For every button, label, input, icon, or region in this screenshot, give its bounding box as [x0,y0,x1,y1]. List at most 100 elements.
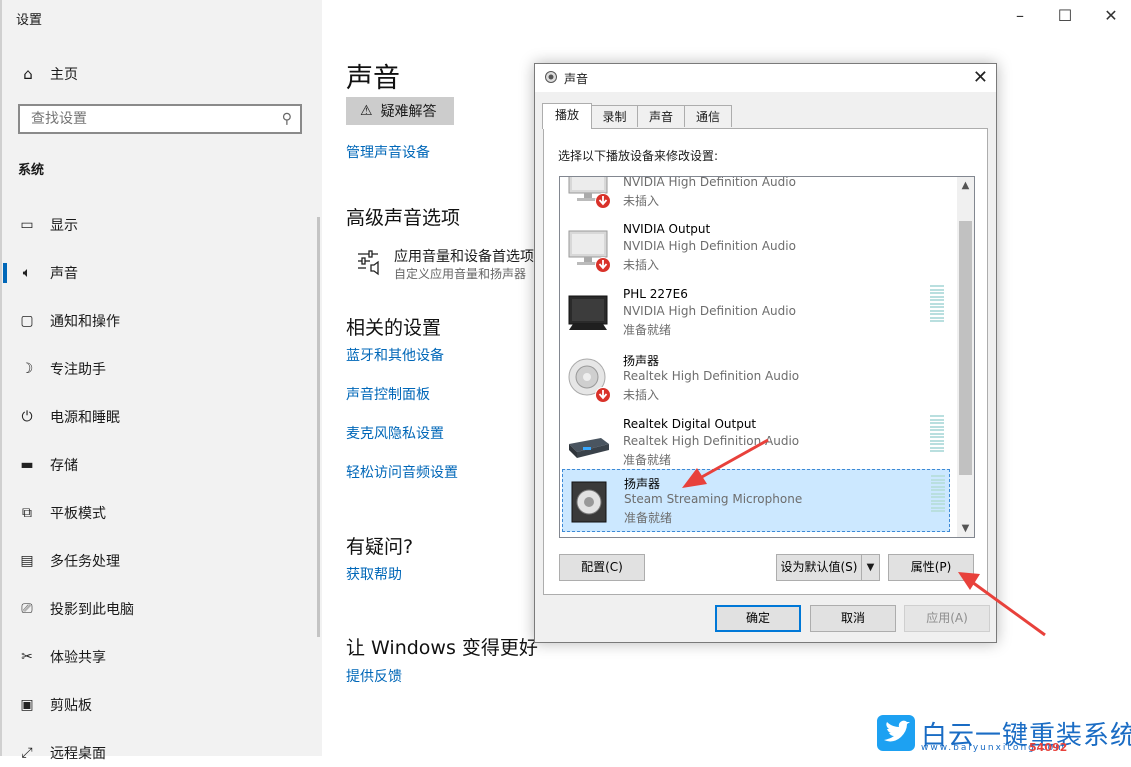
share-icon: ✂ [21,649,33,665]
device-list-scrollbar[interactable]: ▲ ▼ [957,177,974,537]
set-default-button[interactable]: 设为默认值(S) [776,554,862,581]
app-volume-title: 应用音量和设备首选项 [394,249,534,265]
section-title: 系统 [18,163,45,178]
sidebar-item-label: 显示 [50,218,78,234]
tab-playback[interactable]: 播放 [542,103,592,129]
sound-control-panel-link[interactable]: 声音控制面板 [346,384,430,404]
mic-privacy-link[interactable]: 麦克风隐私设置 [346,423,444,443]
device-name: Realtek Digital Output [623,417,757,431]
scroll-up-icon[interactable]: ▲ [957,177,974,194]
bluetooth-link[interactable]: 蓝牙和其他设备 [346,345,444,365]
volume-meter [930,285,944,323]
device-driver: Realtek High Definition Audio [623,369,800,383]
device-driver: NVIDIA High Definition Audio [623,304,796,318]
tablet-icon: ⧉ [22,505,32,521]
ok-button[interactable]: 确定 [715,605,801,632]
device-row[interactable]: Realtek Digital Output Realtek High Defin… [562,412,950,475]
manage-devices-link[interactable]: 管理声音设备 [346,142,430,162]
question-heading: 有疑问? [346,536,414,558]
volume-meter [931,475,945,513]
maximize-icon[interactable]: ☐ [1042,6,1088,25]
sidebar-item[interactable]: ▭ 显示 [0,211,322,239]
monitor-icon: ▭ [20,217,34,233]
search-input[interactable] [29,110,273,128]
monitor-gray-icon [568,177,611,209]
device-row[interactable]: 扬声器 Realtek High Definition Audio 未插入 [562,347,950,410]
sidebar-item[interactable]: ✂ 体验共享 [0,643,322,671]
clipboard-icon: ▣ [20,697,34,713]
device-driver: Steam Streaming Microphone [624,492,803,506]
scroll-down-icon[interactable]: ▼ [957,520,974,537]
tab-sounds[interactable]: 声音 [637,105,685,127]
minimize-icon[interactable]: – [997,6,1043,25]
page-title: 声音 [346,63,400,94]
sidebar-item[interactable]: 🔈︎ 声音 [0,259,322,287]
storage-icon: ▬ [20,457,34,473]
sidebar-item-label: 投影到此电脑 [50,602,134,618]
monitor-gray-icon [568,230,611,273]
device-row[interactable]: 扬声器 Steam Streaming Microphone 准备就绪 [562,469,950,532]
home-nav-item[interactable]: ⌂ 主页 [18,63,78,85]
search-icon[interactable]: ⚲ [282,111,292,127]
active-indicator [3,263,7,283]
get-help-link[interactable]: 获取帮助 [346,564,402,584]
properties-button[interactable]: 属性(P) [888,554,974,581]
set-default-dropdown-icon[interactable]: ▼ [861,554,880,581]
better-heading: 让 Windows 变得更好 [346,637,538,659]
dialog-close-icon[interactable]: ✕ [973,67,988,88]
device-driver: NVIDIA High Definition Audio [623,176,796,189]
digital-icon [569,438,609,458]
device-row[interactable]: PHL 227E6 NVIDIA High Definition Audio 准备就… [562,282,950,345]
related-heading: 相关的设置 [346,317,442,339]
sidebar-item[interactable]: ▣ 剪贴板 [0,691,322,719]
scroll-thumb[interactable] [959,221,972,475]
sidebar-item-label: 体验共享 [50,650,106,666]
device-list[interactable]: NVIDIA High Definition Audio 未插入 NVIDIA Ou… [559,176,975,538]
ease-of-access-audio-link[interactable]: 轻松访问音频设置 [346,462,458,482]
device-row[interactable]: NVIDIA Output NVIDIA High Definition Audi… [562,217,950,280]
sidebar-item-label: 声音 [50,266,78,282]
instruction-text: 选择以下播放设备来修改设置: [558,149,719,163]
tab-communications[interactable]: 通信 [684,105,732,127]
device-name: PHL 227E6 [623,287,688,301]
sidebar-item[interactable]: ⎚ 投影到此电脑 [0,595,322,623]
configure-button[interactable]: 配置(C) [559,554,645,581]
app-title: 设置 [16,13,43,28]
apply-button[interactable]: 应用(A) [904,605,990,632]
device-status: 准备就绪 [624,511,673,525]
feedback-link[interactable]: 提供反馈 [346,666,402,686]
sidebar-item[interactable]: ⤢ 远程桌面 [0,739,322,767]
equalizer-icon [358,250,379,276]
sidebar-item[interactable]: ▬ 存储 [0,451,322,479]
sidebar-item-label: 电源和睡眠 [50,410,120,426]
sidebar-item-label: 存储 [50,458,78,474]
dialog-titlebar[interactable]: 声音 ✕ [535,64,996,92]
advanced-heading: 高级声音选项 [346,207,461,229]
sidebar-item[interactable]: ▤ 多任务处理 [0,547,322,575]
sidebar-item-label: 多任务处理 [50,554,120,570]
device-row[interactable]: NVIDIA High Definition Audio 未插入 [562,176,950,216]
device-driver: NVIDIA High Definition Audio [623,239,796,253]
troubleshoot-label: 疑难解答 [380,104,437,120]
speaker-icon: 🔈︎ [22,265,32,281]
sidebar-item-label: 远程桌面 [50,746,106,762]
troubleshoot-button[interactable]: ⚠ 疑难解答 [346,97,454,125]
sidebar-item-label: 平板模式 [50,506,106,522]
search-box[interactable]: ⚲ [18,104,302,134]
home-label: 主页 [50,67,78,83]
sidebar-item-label: 剪贴板 [50,698,92,714]
sidebar-item[interactable]: ☽ 专注助手 [0,355,322,383]
app-volume-subtitle: 自定义应用音量和扬声器 [394,267,527,281]
device-status: 准备就绪 [623,453,672,467]
dialog-title: 声音 [564,72,589,86]
speaker-box-icon [571,481,607,523]
sound-dialog-icon [545,71,557,83]
device-status: 未插入 [623,388,660,402]
sidebar-item[interactable]: ⧉ 平板模式 [0,499,322,527]
close-icon[interactable]: ✕ [1088,6,1131,25]
tab-recording[interactable]: 录制 [591,105,638,127]
sidebar-item[interactable]: ▢ 通知和操作 [0,307,322,335]
cancel-button[interactable]: 取消 [810,605,896,632]
sidebar-scrollbar[interactable] [317,217,320,637]
sidebar-item[interactable]: ⏻ 电源和睡眠 [0,403,322,431]
